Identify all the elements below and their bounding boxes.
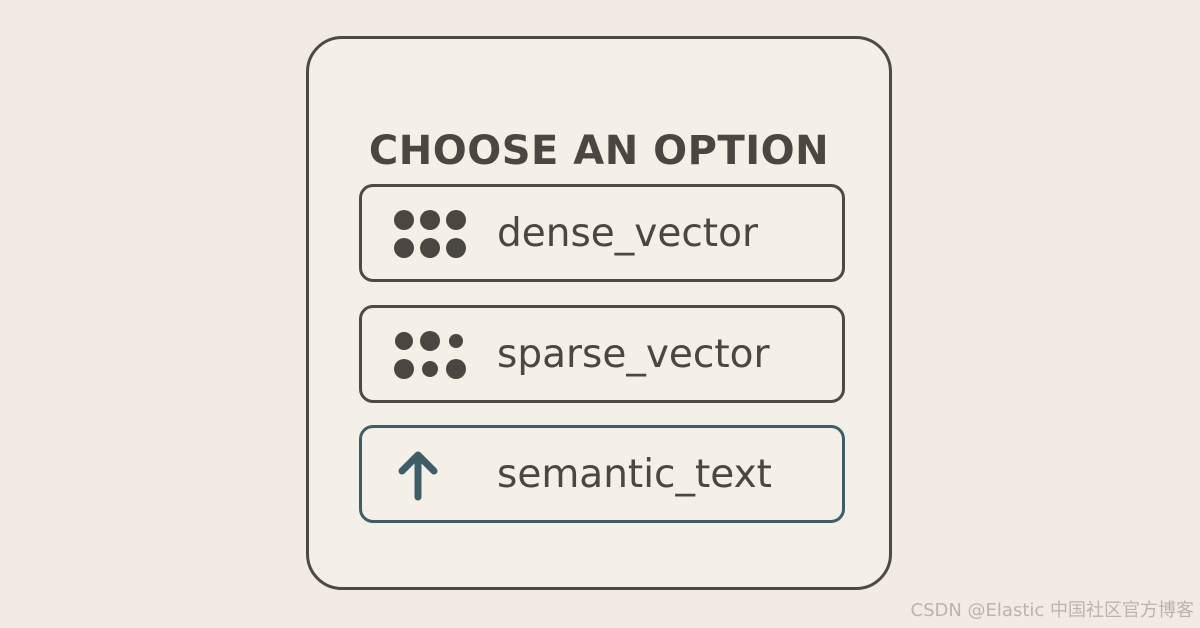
option-dense-vector-label: dense_vector xyxy=(497,210,758,256)
option-sparse-vector-label: sparse_vector xyxy=(497,331,770,377)
sparse-dots-grid-icon xyxy=(394,331,466,379)
arrow-up-icon xyxy=(398,451,438,501)
option-dialog: CHOOSE AN OPTION dense_vector sparse_vec… xyxy=(306,36,892,590)
option-semantic-text[interactable]: semantic_text xyxy=(359,425,845,523)
option-dense-vector[interactable]: dense_vector xyxy=(359,184,845,282)
watermark: CSDN @Elastic 中国社区官方博客 xyxy=(910,600,1195,621)
six-dots-grid-icon xyxy=(394,210,466,258)
option-semantic-text-label: semantic_text xyxy=(497,451,772,497)
option-sparse-vector[interactable]: sparse_vector xyxy=(359,305,845,403)
dialog-title: CHOOSE AN OPTION xyxy=(368,128,830,174)
